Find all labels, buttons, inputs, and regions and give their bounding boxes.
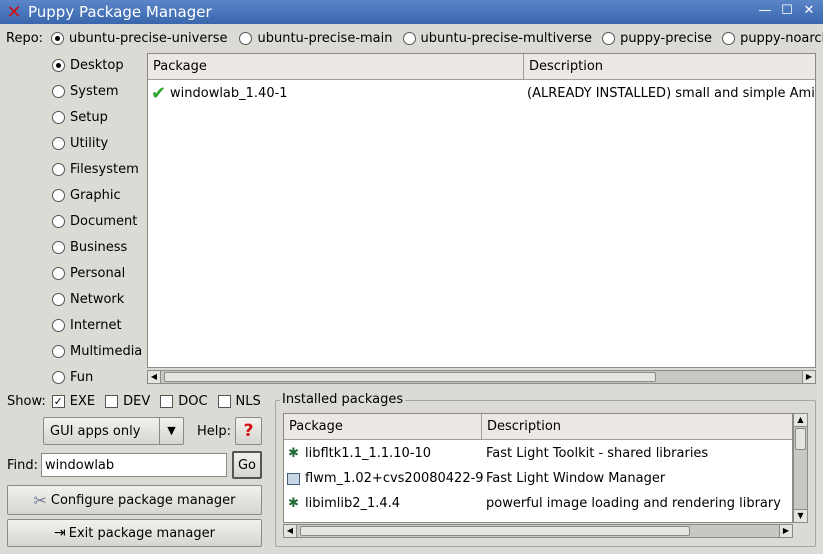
scrollbar-thumb[interactable] [300, 526, 690, 536]
scrollbar-thumb[interactable] [795, 428, 806, 450]
radio-icon[interactable] [239, 31, 253, 45]
repo-option-universe[interactable]: ubuntu-precise-universe [51, 31, 227, 46]
installed-vertical-scrollbar[interactable]: ▲ ▼ [793, 413, 808, 523]
installed-packages-title: Installed packages [280, 392, 406, 407]
installed-check-icon: ✔ [151, 83, 167, 104]
tools-icon: ✂ [33, 490, 47, 510]
repo-option-multiverse[interactable]: ubuntu-precise-multiverse [402, 31, 592, 46]
checkbox-box[interactable] [217, 395, 231, 408]
table-row[interactable]: ✱ libimlib2_1.4.4 powerful image loading… [284, 491, 792, 516]
show-nls-checkbox[interactable]: NLS [217, 394, 261, 409]
installed-packages-list[interactable]: Package Description ✱ libfltk1.1_1.1.10-… [283, 413, 793, 523]
close-icon[interactable]: ✕ [801, 3, 817, 19]
radio-icon[interactable] [52, 214, 65, 228]
radio-icon[interactable] [52, 266, 65, 280]
category-setup[interactable]: Setup [52, 104, 148, 130]
help-label: Help: [197, 424, 232, 439]
category-business[interactable]: Business [52, 234, 148, 260]
category-utility[interactable]: Utility [52, 130, 148, 156]
radio-icon[interactable] [52, 240, 65, 254]
radio-icon[interactable] [52, 188, 65, 202]
help-button[interactable]: ? [235, 417, 262, 445]
radio-icon[interactable] [52, 136, 65, 150]
radio-icon[interactable] [52, 370, 65, 384]
library-icon: ✱ [288, 496, 299, 511]
radio-icon[interactable] [51, 31, 65, 45]
category-personal[interactable]: Personal [52, 260, 148, 286]
category-fun[interactable]: Fun [52, 364, 148, 390]
radio-icon[interactable] [52, 292, 65, 306]
category-desktop[interactable]: Desktop [52, 52, 148, 78]
find-label: Find: [7, 458, 39, 473]
repo-selector: Repo: ubuntu-precise-universe ubuntu-pre… [6, 29, 823, 47]
scroll-left-icon[interactable]: ◀ [147, 370, 161, 384]
checkmark-icon[interactable]: ✓ [51, 395, 65, 408]
radio-icon[interactable] [52, 58, 65, 72]
exit-button[interactable]: ⇥ Exit package manager [7, 519, 262, 547]
scroll-right-icon[interactable]: ▶ [779, 524, 793, 538]
category-graphic[interactable]: Graphic [52, 182, 148, 208]
checkbox-box[interactable] [105, 395, 119, 408]
show-exe-checkbox[interactable]: ✓ EXE [51, 394, 95, 409]
table-row[interactable]: ✱ libfltk1.1_1.1.10-10 Fast Light Toolki… [284, 441, 792, 466]
radio-icon[interactable] [402, 31, 416, 45]
scroll-up-icon[interactable]: ▲ [793, 413, 808, 427]
radio-icon[interactable] [602, 31, 616, 45]
column-header-package[interactable]: Package [148, 54, 524, 80]
radio-icon[interactable] [52, 110, 65, 124]
category-system[interactable]: System [52, 78, 148, 104]
scrollbar-thumb[interactable] [164, 372, 656, 382]
find-input[interactable] [41, 453, 227, 477]
question-icon: ? [243, 421, 254, 441]
repo-option-puppy-precise[interactable]: puppy-precise [602, 31, 712, 46]
scroll-down-icon[interactable]: ▼ [793, 509, 808, 523]
go-button[interactable]: Go [232, 451, 262, 479]
category-internet[interactable]: Internet [52, 312, 148, 338]
filter-dropdown[interactable]: GUI apps only ▼ [43, 417, 184, 445]
window-title: Puppy Package Manager [28, 3, 212, 21]
category-multimedia[interactable]: Multimedia [52, 338, 148, 364]
window-icon [287, 472, 300, 485]
radio-icon[interactable] [722, 31, 736, 45]
exit-icon: ⇥ [54, 525, 66, 541]
scroll-right-icon[interactable]: ▶ [802, 370, 816, 384]
installed-horizontal-scrollbar[interactable]: ◀ ▶ [283, 524, 793, 538]
repo-option-puppy-noarch[interactable]: puppy-noarch [722, 31, 823, 46]
configure-button[interactable]: ✂ Configure package manager [7, 485, 262, 515]
dropdown-arrow-icon: ▼ [159, 418, 183, 444]
installed-column-header-description[interactable]: Description [482, 414, 792, 440]
show-doc-checkbox[interactable]: DOC [160, 394, 208, 409]
repo-label: Repo: [6, 30, 44, 46]
results-horizontal-scrollbar[interactable]: ◀ ▶ [147, 370, 816, 384]
radio-icon[interactable] [52, 344, 65, 358]
checkbox-box[interactable] [160, 395, 174, 408]
scroll-left-icon[interactable]: ◀ [283, 524, 297, 538]
show-dev-checkbox[interactable]: DEV [105, 394, 150, 409]
app-icon: ✕ [6, 1, 22, 23]
table-row[interactable]: ✔ windowlab_1.40-1 (ALREADY INSTALLED) s… [148, 81, 815, 106]
column-header-description[interactable]: Description [524, 54, 815, 80]
category-document[interactable]: Document [52, 208, 148, 234]
minimize-icon[interactable]: — [757, 3, 773, 19]
package-results-list[interactable]: Package Description ✔ windowlab_1.40-1 (… [147, 53, 816, 368]
category-network[interactable]: Network [52, 286, 148, 312]
category-list: Desktop System Setup Utility Filesystem … [52, 52, 148, 390]
category-filesystem[interactable]: Filesystem [52, 156, 148, 182]
table-row[interactable]: flwm_1.02+cvs20080422-9 Fast Light Windo… [284, 466, 792, 491]
maximize-icon[interactable]: ☐ [779, 3, 795, 19]
repo-option-main[interactable]: ubuntu-precise-main [239, 31, 393, 46]
title-bar[interactable]: ✕ Puppy Package Manager — ☐ ✕ [0, 0, 823, 24]
show-filter-row: Show: ✓ EXE DEV DOC NLS [7, 394, 261, 409]
installed-column-header-package[interactable]: Package [284, 414, 482, 440]
radio-icon[interactable] [52, 318, 65, 332]
radio-icon[interactable] [52, 162, 65, 176]
radio-icon[interactable] [52, 84, 65, 98]
library-icon: ✱ [288, 446, 299, 461]
